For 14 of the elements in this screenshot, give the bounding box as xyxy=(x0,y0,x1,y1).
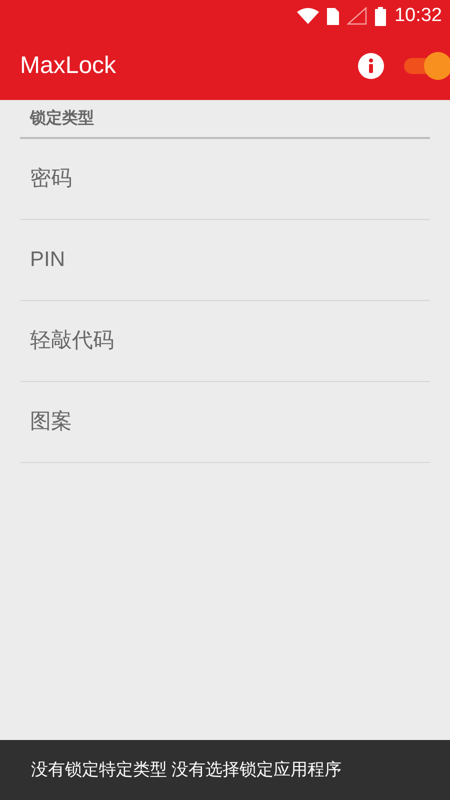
signal-icon xyxy=(347,7,368,25)
status-time: 10:32 xyxy=(394,4,442,28)
battery-icon xyxy=(375,6,386,26)
sim-card-icon xyxy=(327,8,340,24)
app-title: MaxLock xyxy=(20,51,118,81)
snackbar-message: 没有锁定特定类型 没有选择锁定应用程序 xyxy=(31,759,342,782)
lock-type-item[interactable]: 图案 xyxy=(20,382,430,463)
section-header: 锁定类型 xyxy=(30,108,94,128)
lock-type-item[interactable]: PIN xyxy=(20,220,430,301)
wifi-icon xyxy=(297,8,320,24)
lock-type-item[interactable]: 密码 xyxy=(20,139,430,220)
master-switch[interactable] xyxy=(404,52,450,80)
lock-type-item[interactable]: 轻敲代码 xyxy=(20,301,430,382)
info-icon[interactable] xyxy=(358,53,384,79)
